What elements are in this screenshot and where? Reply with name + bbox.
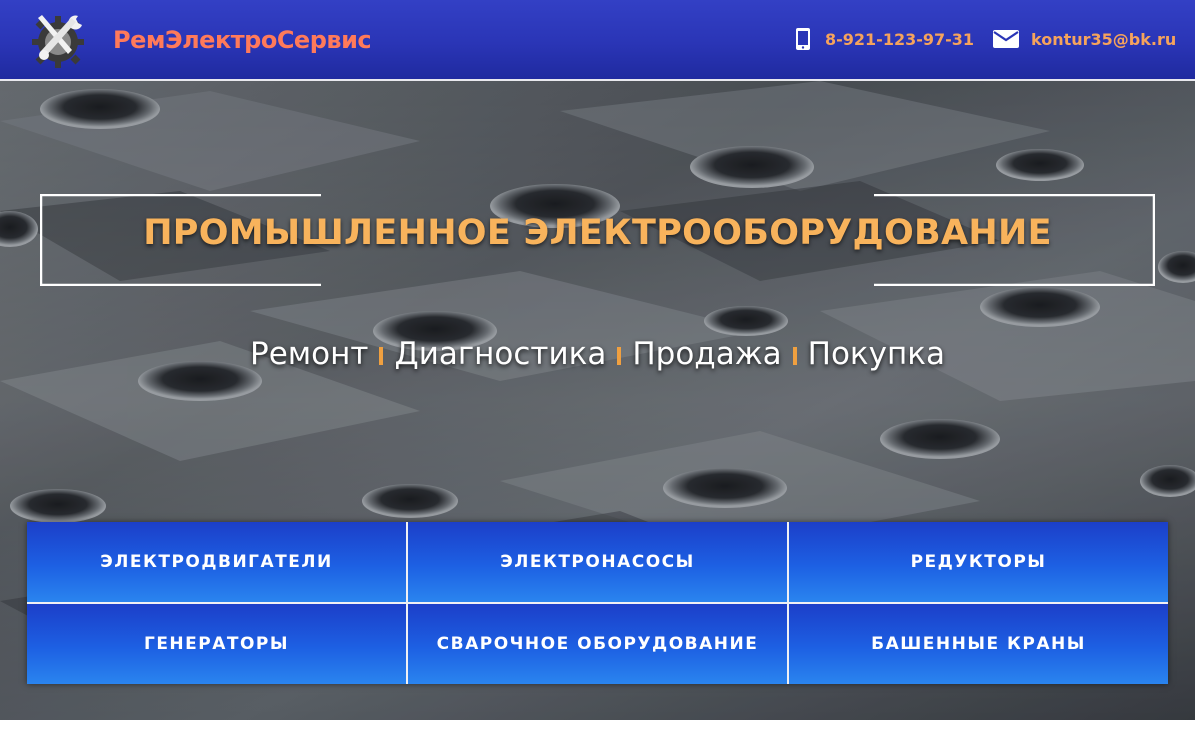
service-diagnostics: Диагностика bbox=[394, 336, 607, 372]
category-electric-pumps[interactable]: ЭЛЕКТРОНАСОСЫ bbox=[408, 522, 787, 602]
category-grid: ЭЛЕКТРОДВИГАТЕЛИ ЭЛЕКТРОНАСОСЫ РЕДУКТОРЫ… bbox=[27, 522, 1168, 684]
category-generators[interactable]: ГЕНЕРАТОРЫ bbox=[27, 604, 406, 684]
hero-title: ПРОМЫШЛЕННОЕ ЭЛЕКТРООБОРУДОВАНИЕ bbox=[143, 213, 1052, 253]
separator-bar bbox=[617, 347, 622, 365]
email-address[interactable]: kontur35@bk.ru bbox=[1031, 30, 1176, 49]
category-welding-equipment[interactable]: СВАРОЧНОЕ ОБОРУДОВАНИЕ bbox=[408, 604, 787, 684]
phone-contact[interactable]: 8-921-123-97-31 bbox=[795, 28, 974, 50]
email-contact[interactable]: kontur35@bk.ru bbox=[993, 28, 1176, 50]
gear-wrench-logo-icon[interactable] bbox=[28, 10, 88, 70]
brand-name[interactable]: РемЭлектроСервис bbox=[113, 26, 372, 54]
service-repair: Ремонт bbox=[250, 336, 369, 372]
hero-section: ПРОМЫШЛЕННОЕ ЭЛЕКТРООБОРУДОВАНИЕ Ремонт Д… bbox=[0, 81, 1195, 720]
separator-bar bbox=[379, 347, 384, 365]
separator-bar bbox=[792, 347, 797, 365]
category-gearboxes[interactable]: РЕДУКТОРЫ bbox=[789, 522, 1168, 602]
service-purchase: Покупка bbox=[807, 336, 945, 372]
site-header: РемЭлектроСервис 8-921-123-97-31 kontur3… bbox=[0, 0, 1195, 81]
phone-icon bbox=[796, 28, 810, 50]
category-electric-motors[interactable]: ЭЛЕКТРОДВИГАТЕЛИ bbox=[27, 522, 406, 602]
services-line: Ремонт Диагностика Продажа Покупка bbox=[0, 336, 1195, 372]
phone-number[interactable]: 8-921-123-97-31 bbox=[825, 30, 974, 49]
service-sale: Продажа bbox=[632, 336, 782, 372]
envelope-icon bbox=[993, 30, 1019, 48]
category-tower-cranes[interactable]: БАШЕННЫЕ КРАНЫ bbox=[789, 604, 1168, 684]
